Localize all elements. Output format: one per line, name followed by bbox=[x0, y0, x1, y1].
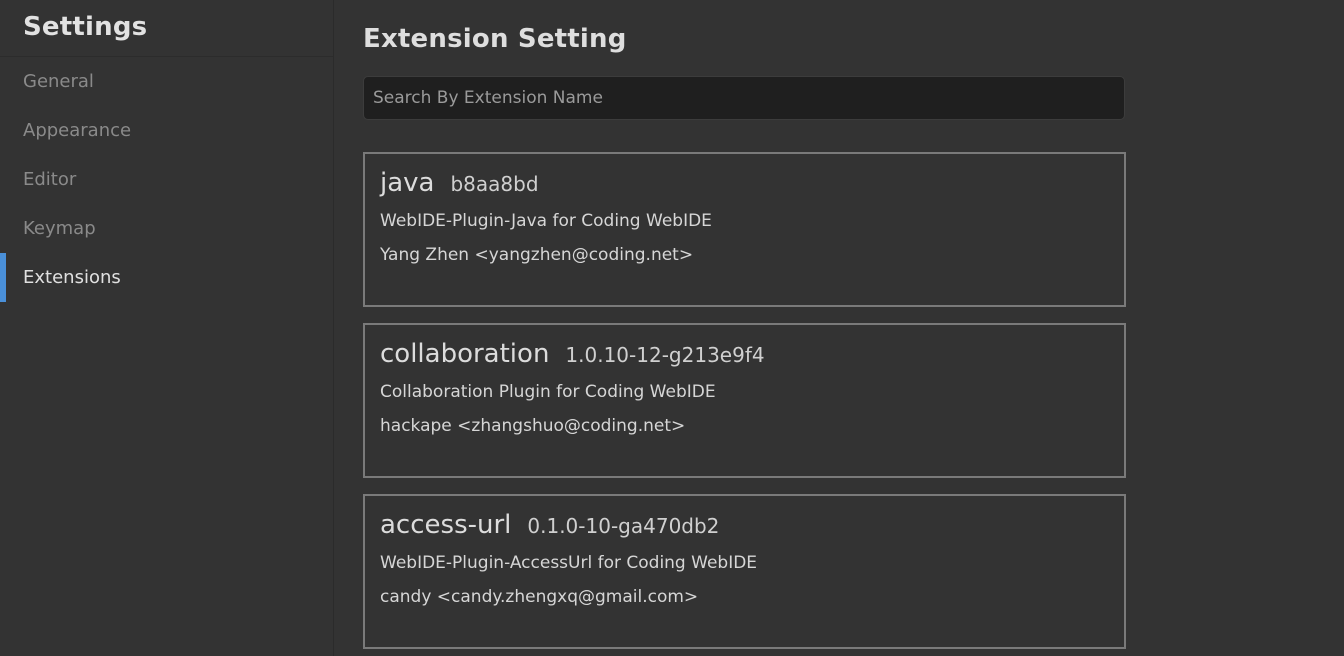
settings-sidebar: Settings General Appearance Editor Keyma… bbox=[0, 0, 334, 656]
sidebar-title: Settings bbox=[23, 12, 148, 42]
sidebar-item-label: Appearance bbox=[23, 120, 132, 141]
sidebar-item-general[interactable]: General bbox=[0, 57, 333, 106]
extension-author: hackape <zhangshuo@coding.net> bbox=[380, 416, 686, 436]
active-indicator bbox=[0, 253, 6, 302]
search-box bbox=[363, 76, 1125, 120]
extension-card-java: java b8aa8bd WebIDE-Plugin-Java for Codi… bbox=[363, 152, 1126, 307]
extension-header: access-url 0.1.0-10-ga470db2 bbox=[380, 510, 1124, 544]
extension-card-access-url: access-url 0.1.0-10-ga470db2 WebIDE-Plug… bbox=[363, 494, 1126, 649]
sidebar-item-label: General bbox=[23, 71, 94, 92]
extension-author: candy <candy.zhengxq@gmail.com> bbox=[380, 587, 699, 607]
extension-name: java bbox=[380, 168, 435, 198]
sidebar-item-label: Keymap bbox=[23, 218, 96, 239]
extension-header: java b8aa8bd bbox=[380, 168, 1124, 202]
sidebar-header: Settings bbox=[0, 0, 333, 57]
extension-version: 0.1.0-10-ga470db2 bbox=[527, 514, 720, 538]
extension-settings-panel: Extension Setting java b8aa8bd WebIDE-Pl… bbox=[334, 0, 1344, 656]
page-title: Extension Setting bbox=[363, 24, 627, 54]
extension-description: Collaboration Plugin for Coding WebIDE bbox=[380, 382, 716, 402]
sidebar-item-keymap[interactable]: Keymap bbox=[0, 204, 333, 253]
extension-version: b8aa8bd bbox=[450, 172, 539, 196]
sidebar-item-appearance[interactable]: Appearance bbox=[0, 106, 333, 155]
extension-header: collaboration 1.0.10-12-g213e9f4 bbox=[380, 339, 1124, 373]
extension-author: Yang Zhen <yangzhen@coding.net> bbox=[380, 245, 694, 265]
extension-name: collaboration bbox=[380, 339, 550, 369]
extension-description: WebIDE-Plugin-Java for Coding WebIDE bbox=[380, 211, 712, 231]
settings-app: Settings General Appearance Editor Keyma… bbox=[0, 0, 1344, 656]
sidebar-item-extensions[interactable]: Extensions bbox=[0, 253, 333, 302]
sidebar-item-label: Editor bbox=[23, 169, 77, 190]
extension-list: java b8aa8bd WebIDE-Plugin-Java for Codi… bbox=[363, 152, 1344, 649]
extension-card-collaboration: collaboration 1.0.10-12-g213e9f4 Collabo… bbox=[363, 323, 1126, 478]
extension-name: access-url bbox=[380, 510, 512, 540]
sidebar-item-label: Extensions bbox=[23, 267, 121, 288]
extension-search-input[interactable] bbox=[373, 77, 1124, 119]
extension-description: WebIDE-Plugin-AccessUrl for Coding WebID… bbox=[380, 553, 758, 573]
extension-version: 1.0.10-12-g213e9f4 bbox=[565, 343, 765, 367]
sidebar-item-editor[interactable]: Editor bbox=[0, 155, 333, 204]
settings-nav: General Appearance Editor Keymap Extensi… bbox=[0, 57, 333, 302]
